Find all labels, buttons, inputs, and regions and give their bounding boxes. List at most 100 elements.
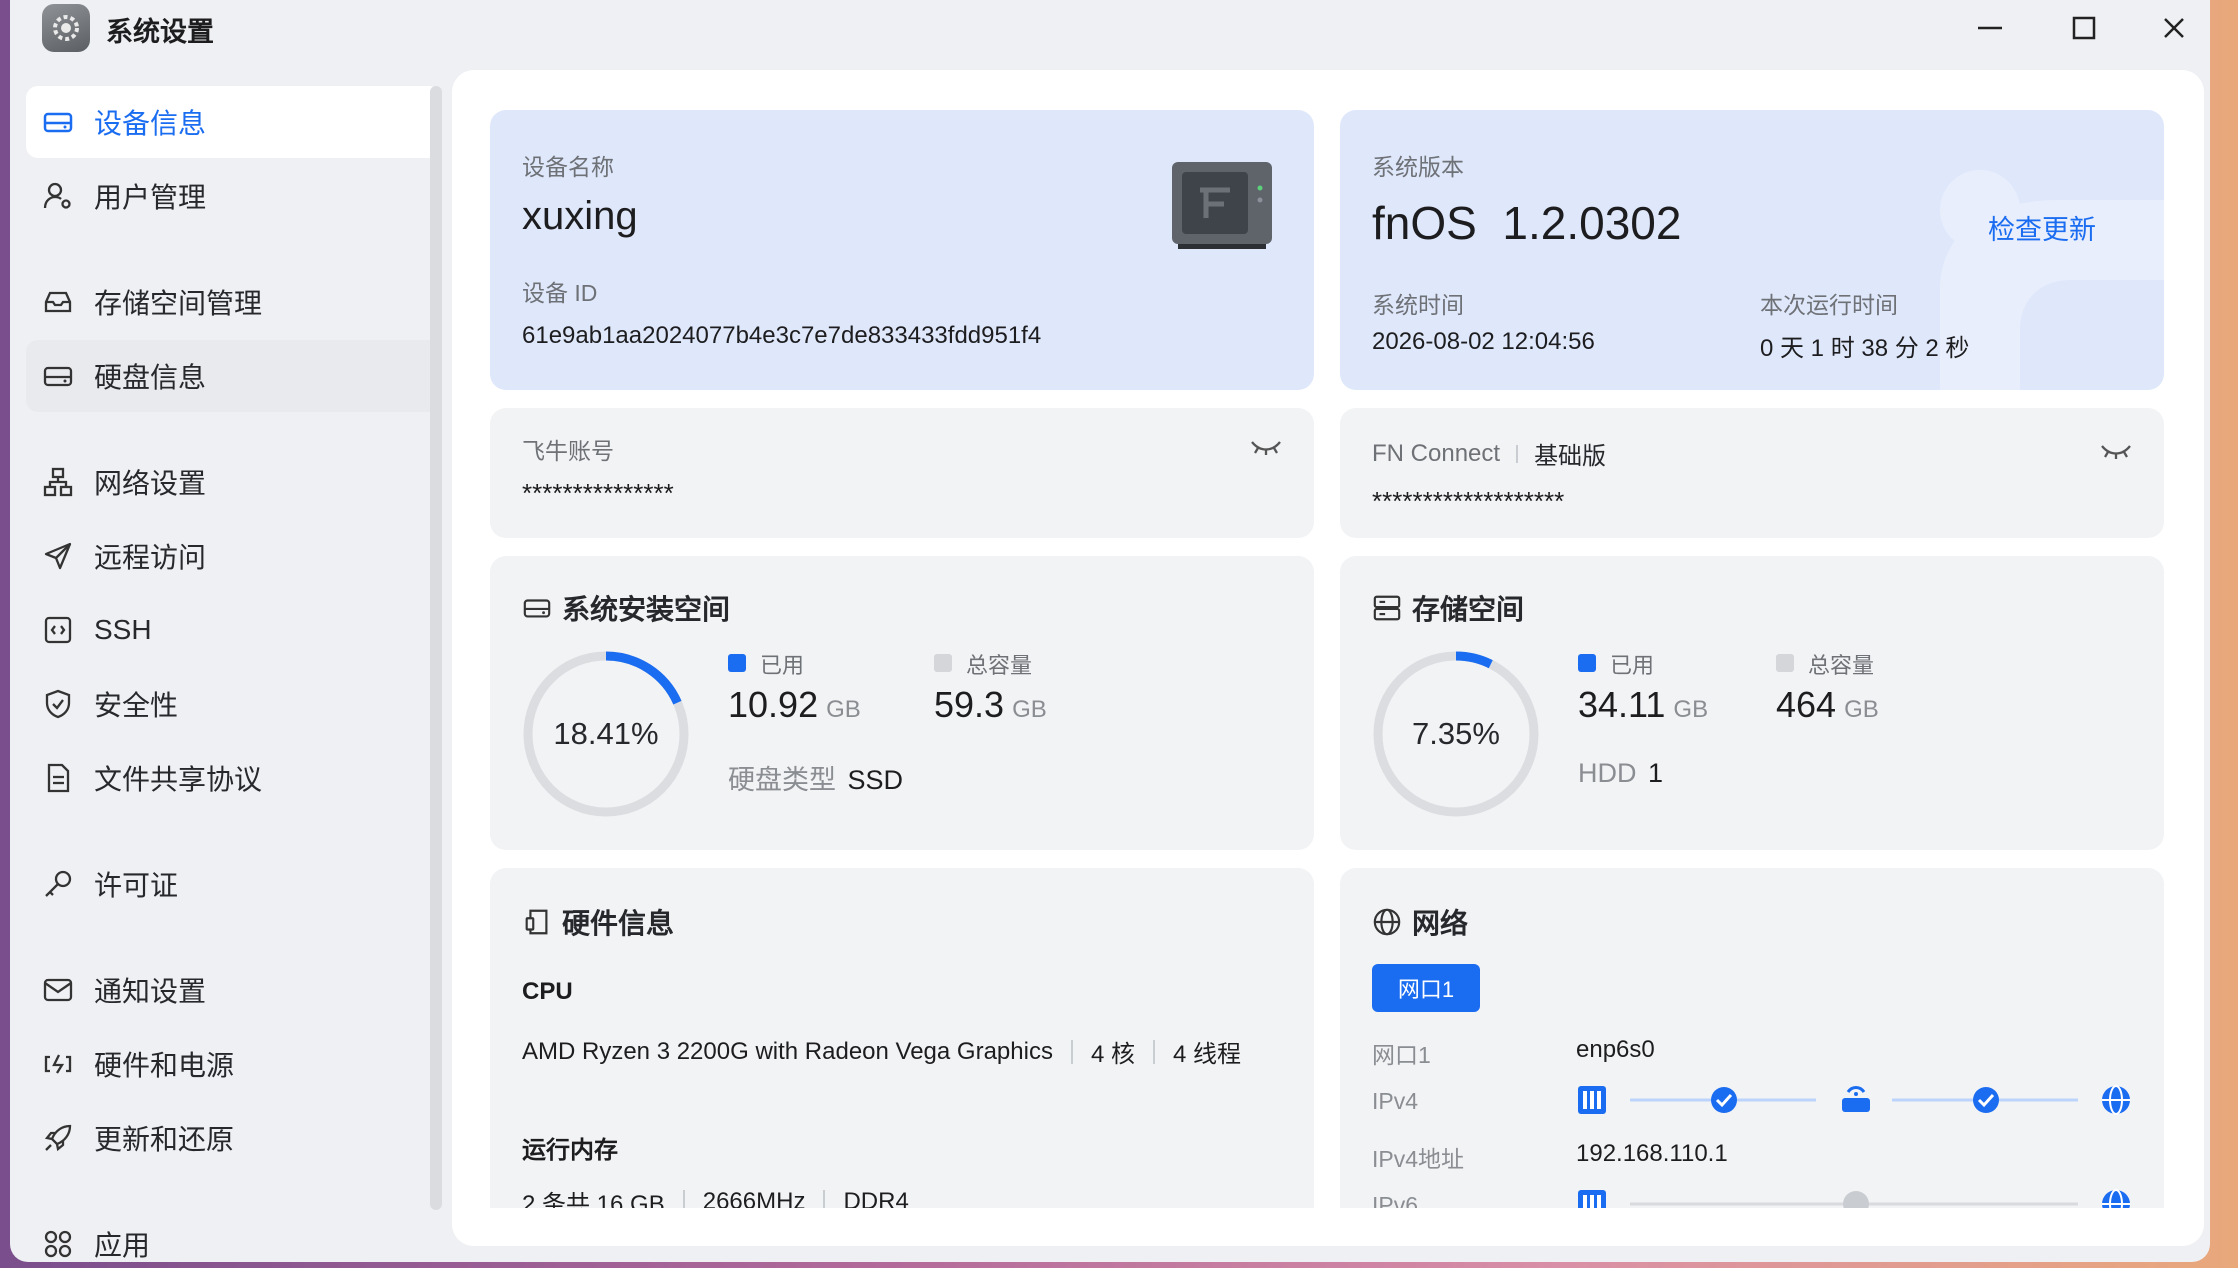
storage-space-title: 存储空间 [1372,588,1524,628]
used-value: 10.92 [728,684,819,725]
sidebar-item-label: 设备信息 [94,108,207,139]
eye-closed-icon[interactable] [2100,438,2132,467]
mail-icon [40,972,76,1008]
network-icon [40,464,76,500]
minimize-button[interactable] [1960,6,2020,50]
system-space-title: 系统安装空间 [522,588,730,628]
used-label: 已用 [760,653,805,678]
sidebar-item-file-sharing[interactable]: 文件共享协议 [26,742,441,814]
sidebar-item-label: 安全性 [94,690,179,721]
system-version-label: 系统版本 [1372,154,1464,180]
port-label: 网口1 [1372,1042,1431,1068]
total-label: 总容量 [1808,653,1875,678]
total-value: 464 [1776,684,1837,725]
title-bar: 系统设置 [10,0,2210,60]
sidebar-item-update-restore[interactable]: 更新和还原 [26,1102,441,1174]
hardware-title: 硬件信息 [522,902,674,942]
sidebar-item-remote[interactable]: 远程访问 [26,520,441,592]
check-icon [1711,1087,1737,1113]
cpu-model: AMD Ryzen 3 2200G with Radeon Vega Graph… [522,1037,1053,1065]
device-id: 61e9ab1aa2024077b4e3c7e7de833433fdd951f4 [522,322,1042,349]
sidebar-item-security[interactable]: 安全性 [26,668,441,740]
total-unit: GB [1012,696,1047,723]
sidebar-item-storage-manage[interactable]: 存储空间管理 [26,266,441,338]
system-space-card: 系统安装空间 18.41% 已用 总容量 10.92 GB 59.3 GB 硬盘类型… [490,556,1314,850]
sidebar-item-license[interactable]: 许可证 [26,848,441,920]
sidebar-item-users[interactable]: 用户管理 [26,160,441,232]
ipv4-address-label: IPv4地址 [1372,1146,1465,1172]
uptime-label: 本次运行时间 [1760,292,1898,318]
disk-icon [40,358,76,394]
cpu-threads: 4 线程 [1172,1041,1241,1068]
storage-icon [40,284,76,320]
sidebar-item-disk-info[interactable]: 硬盘信息 [26,340,441,412]
nas-device-icon [1170,160,1274,255]
account-card: 飞牛账号 *************** [490,408,1314,538]
ipv4-connection-path [1578,1085,2130,1115]
disk-icon [522,593,552,623]
main-panel: 设备名称 xuxing 设备 ID 61e9ab1aa2024077b4e3c7… [452,70,2204,1246]
sidebar-item-label: 通知设置 [94,976,207,1007]
network-card: 网络 网口1 网口1 enp6s0 IPv4 IPv4地址 192.168.11… [1340,868,2164,1246]
fnconnect-label: FN Connect [1372,439,1501,467]
power-icon [40,1046,76,1082]
used-label: 已用 [1610,653,1655,678]
sidebar-item-label: 文件共享协议 [94,764,263,795]
globe-icon [1372,907,1402,937]
account-label: 飞牛账号 [522,438,614,464]
storage-server-icon [1372,593,1402,623]
sidebar-item-label: 更新和还原 [94,1124,235,1155]
system-time-label: 系统时间 [1372,292,1464,318]
apps-icon [40,1226,76,1262]
hardware-card: 硬件信息 CPU AMD Ryzen 3 2200G with Radeon V… [490,868,1314,1246]
cpu-cores: 4 核 [1090,1041,1135,1068]
memory-label: 运行内存 [522,1137,618,1164]
sidebar-item-label: 许可证 [94,870,179,901]
system-card: 系统版本 fnOS 1.2.0302 检查更新 系统时间 2026-08-02 … [1340,110,2164,390]
system-time: 2026-08-02 12:04:56 [1372,328,1595,355]
sidebar-scrollbar[interactable] [430,86,442,1210]
sidebar-item-label: 远程访问 [94,542,207,573]
check-update-link[interactable]: 检查更新 [1988,208,2096,247]
system-space-percent: 18.41% [553,716,659,751]
sidebar-item-network[interactable]: 网络设置 [26,446,441,518]
total-legend-swatch [934,654,952,672]
port-value: enp6s0 [1576,1036,1655,1063]
sidebar-item-hardware-power[interactable]: 硬件和电源 [26,1028,441,1100]
sidebar-item-ssh[interactable]: SSH [26,594,441,666]
storage-space-card: 存储空间 7.35% 已用 总容量 34.11 GB 464 GB HDD 1 [1340,556,2164,850]
sidebar-item-label: 存储空间管理 [94,288,263,319]
maximize-button[interactable] [2054,6,2114,50]
hdd-label: HDD [1578,758,1637,788]
user-icon [40,178,76,214]
total-legend-swatch [1776,654,1794,672]
disk-type-label: 硬盘类型 [728,765,836,795]
fnconnect-card: FN Connect 基础版 ******************* [1340,408,2164,538]
eye-closed-icon[interactable] [1250,434,1282,463]
tab-port-1[interactable]: 网口1 [1372,964,1480,1012]
nas-icon [1578,1086,1606,1114]
settings-window: 系统设置 设备信息 用户管理 存储空间管理 硬盘信息 网络设置 远程访问 SSH… [10,0,2210,1262]
close-button[interactable] [2144,6,2204,50]
fnconnect-value: ******************* [1372,486,1565,516]
used-legend-swatch [1578,654,1596,672]
sidebar-item-apps[interactable]: 应用 [26,1208,441,1262]
used-unit: GB [826,696,861,723]
settings-app-icon [42,4,90,52]
ipv4-label: IPv4 [1372,1088,1419,1114]
check-icon [1973,1087,1999,1113]
sidebar-item-notifications[interactable]: 通知设置 [26,954,441,1026]
total-label: 总容量 [966,653,1033,678]
file-icon [40,760,76,796]
internet-globe-icon [2102,1085,2130,1115]
send-icon [40,538,76,574]
disk-type-value: SSD [847,765,904,795]
total-unit: GB [1844,696,1879,723]
sidebar: 设备信息 用户管理 存储空间管理 硬盘信息 网络设置 远程访问 SSH 安全性 [26,86,441,1262]
sidebar-item-label: SSH [94,614,152,645]
sidebar-item-device-info[interactable]: 设备信息 [26,86,441,158]
network-title: 网络 [1372,902,1468,942]
sidebar-item-label: 硬盘信息 [94,362,207,393]
account-value: *************** [522,478,674,508]
rocket-icon [40,1120,76,1156]
